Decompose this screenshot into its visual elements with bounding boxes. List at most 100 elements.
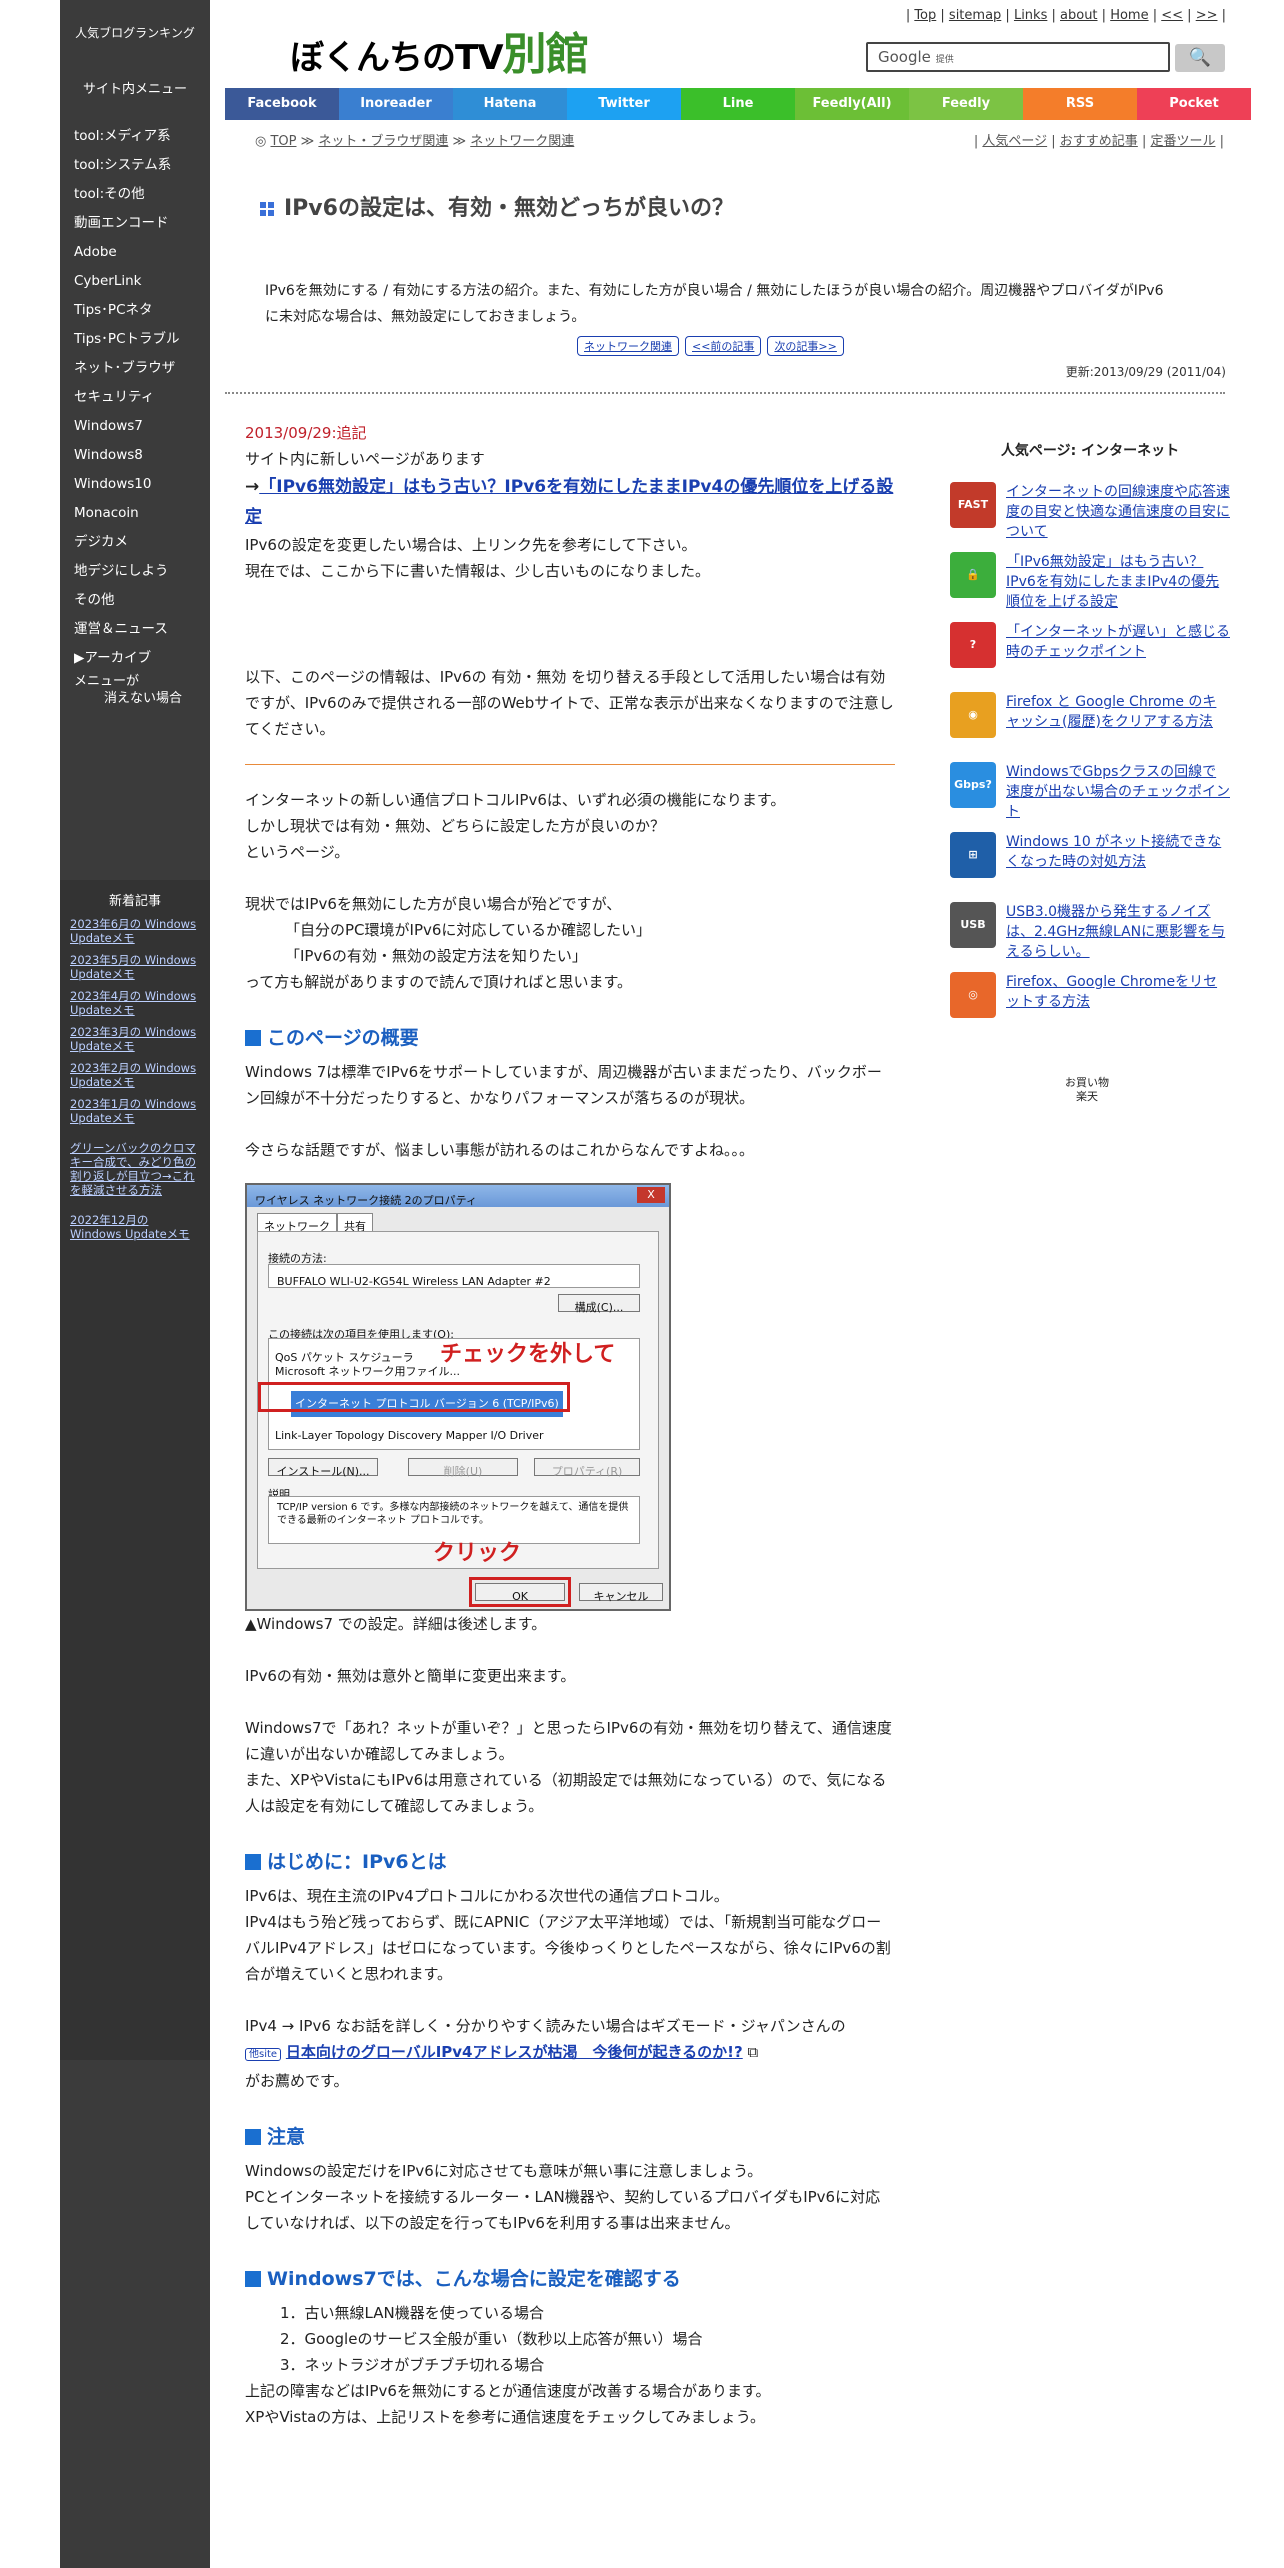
popular-link[interactable]: 「インターネットが遅い」と感じる時のチェックポイント: [1006, 622, 1230, 692]
news-link[interactable]: 2022年12月の Windows Updateメモ: [70, 1213, 200, 1241]
sidebar-item[interactable]: CyberLink: [74, 271, 180, 300]
crumb-network[interactable]: ネットワーク関連: [470, 134, 574, 149]
search-button[interactable]: 🔍: [1175, 44, 1225, 72]
paragraph: 「IPv6の有効・無効の設定方法を知りたい」: [285, 947, 587, 965]
popular-item: FAST インターネットの回線速度や応答速度の目安と快適な通信速度の目安について: [950, 482, 1230, 552]
paragraph: サイト内に新しいページがあります: [245, 450, 485, 468]
social-hatena[interactable]: Hatena: [453, 88, 567, 120]
paragraph: 以下、このページの情報は、IPv6の 有効・無効 を切り替える手段として活用した…: [245, 668, 894, 738]
question-icon: ?: [950, 622, 996, 668]
toplink-prev[interactable]: <<: [1161, 8, 1183, 23]
social-facebook[interactable]: Facebook: [225, 88, 339, 120]
popular-item: 🔒 「IPv6無効設定」はもう古い？IPv6を有効にしたままIPv4の優先順位を上…: [950, 552, 1230, 622]
ok-button: OK: [475, 1583, 565, 1603]
menu-gone-line2: 消えない場合: [104, 691, 183, 706]
paragraph: 「自分のPC環境がIPv6に対応しているか確認したい」: [285, 921, 651, 939]
sidebar-item[interactable]: 動画エンコード: [74, 213, 180, 242]
crumb-net[interactable]: ネット・ブラウザ関連: [318, 134, 448, 149]
rakuten-banner[interactable]: 楽天: [1065, 1090, 1109, 1104]
popular-link[interactable]: WindowsでGbpsクラスの回線で速度が出ない場合のチェックポイント: [1006, 762, 1230, 832]
external-link-line: 他site 日本向けのグローバルIPv4アドレスが枯渇 今後何が起きるのか!? …: [245, 2039, 895, 2068]
subnav-tools[interactable]: 定番ツール: [1150, 134, 1215, 149]
toplink-sitemap[interactable]: sitemap: [949, 8, 1001, 23]
sidebar-item[interactable]: Adobe: [74, 242, 180, 271]
menu-gone-link[interactable]: メニューが 消えない場合: [74, 673, 182, 707]
news-link[interactable]: 2023年1月の Windows Updateメモ: [70, 1097, 200, 1125]
news-link[interactable]: 2023年6月の Windows Updateメモ: [70, 917, 200, 945]
toplink-home[interactable]: Home: [1110, 8, 1148, 23]
sidebar-item[interactable]: 地デジにしよう: [74, 561, 180, 590]
menu-gone-line1: メニューが: [74, 674, 140, 689]
sidebar-item[interactable]: Windows8: [74, 445, 180, 474]
popular-title: 人気ページ: インターネット: [1000, 443, 1180, 459]
sidebar-item[interactable]: Monacoin: [74, 503, 180, 532]
popular-link[interactable]: インターネットの回線速度や応答速度の目安と快適な通信速度の目安について: [1006, 482, 1230, 552]
divider: [245, 764, 895, 765]
chrome-icon: ◉: [950, 692, 996, 738]
news-link[interactable]: 2023年5月の Windows Updateメモ: [70, 953, 200, 981]
popular-link[interactable]: 「IPv6無効設定」はもう古い？IPv6を有効にしたままIPv4の優先順位を上げ…: [1006, 552, 1230, 622]
news-link[interactable]: 2023年4月の Windows Updateメモ: [70, 989, 200, 1017]
paragraph: IPv6は、現在主流のIPv4プロトコルにかわる次世代の通信プロトコル。: [245, 1887, 729, 1905]
sidebar-item[interactable]: Tips･PCネタ: [74, 300, 180, 329]
prev-article-button[interactable]: <<前の記事: [685, 336, 762, 356]
news-link[interactable]: グリーンバックのクロマキー合成で、みどり色の割り返しが目立つ→これを軽減させる方…: [70, 1141, 200, 1197]
sidebar-item[interactable]: デジカメ: [74, 532, 180, 561]
social-pocket[interactable]: Pocket: [1137, 88, 1251, 120]
next-article-button[interactable]: 次の記事>>: [767, 336, 844, 356]
popular-pages: 人気ページ: インターネット FAST インターネットの回線速度や応答速度の目安と…: [950, 440, 1230, 1042]
sidebar-item[interactable]: tool:メディア系: [74, 126, 180, 155]
list-item: Link-Layer Topology Discovery Mapper I/O…: [275, 1429, 544, 1442]
popular-item: USB USB3.0機器から発生するノイズは、2.4GHz無線LANに悪影響を与え…: [950, 902, 1230, 972]
firefox-icon: ◎: [950, 972, 996, 1018]
popular-link[interactable]: Firefox と Google Chrome のキャッシュ(履歴)をクリアする…: [1006, 692, 1230, 762]
remove-button: 削除(U): [408, 1458, 518, 1478]
speed-icon: FAST: [950, 482, 996, 528]
sidebar-item[interactable]: セキュリティ: [74, 387, 180, 416]
social-bar: Facebook Inoreader Hatena Twitter Line F…: [225, 88, 1251, 120]
paragraph: また、XPやVistaにもIPv6は用意されている（初期設定では無効になっている…: [245, 1771, 887, 1815]
sidebar-item[interactable]: tool:その他: [74, 184, 180, 213]
sidebar-item[interactable]: Windows10: [74, 474, 180, 503]
toplink-top[interactable]: Top: [914, 8, 936, 23]
news-link[interactable]: 2023年3月の Windows Updateメモ: [70, 1025, 200, 1053]
divider: [225, 392, 1225, 394]
sidebar-item[interactable]: Tips･PCトラブル: [74, 329, 180, 358]
paragraph: IPv6の有効・無効は意外と簡単に変更出来ます。: [245, 1667, 576, 1685]
category-button[interactable]: ネットワーク関連: [577, 336, 679, 356]
toplink-about[interactable]: about: [1060, 8, 1098, 23]
social-rss[interactable]: RSS: [1023, 88, 1137, 120]
paragraph: Windows7で「あれ？ネットが重いぞ？」と思ったらIPv6の有効・無効を切り…: [245, 1719, 892, 1763]
dialog-panel: 接続の方法: BUFFALO WLI-U2-KG54L Wireless LAN…: [257, 1231, 659, 1569]
page-title: IPv6の設定は、有効・無効どっちが良いの？: [260, 190, 734, 222]
crumb-top[interactable]: TOP: [270, 134, 296, 149]
social-inoreader[interactable]: Inoreader: [339, 88, 453, 120]
site-logo[interactable]: ぼくんちのTV別館: [290, 18, 590, 82]
sidebar-menu: tool:メディア系 tool:システム系 tool:その他 動画エンコード A…: [74, 126, 180, 677]
toplink-links[interactable]: Links: [1014, 8, 1047, 23]
news-link[interactable]: 2023年2月の Windows Updateメモ: [70, 1061, 200, 1089]
toplink-next[interactable]: >>: [1196, 8, 1218, 23]
ipv6-priority-link[interactable]: 「IPv6無効設定」はもう古い？IPv6を有効にしたままIPv4の優先順位を上げ…: [245, 477, 893, 527]
popular-link[interactable]: Firefox、Google Chromeをリセットする方法: [1006, 972, 1230, 1042]
sidebar-item[interactable]: ネット･ブラウザ: [74, 358, 180, 387]
popular-link[interactable]: USB3.0機器から発生するノイズは、2.4GHz無線LANに悪影響を与えるらし…: [1006, 902, 1230, 972]
dialog-titlebar: ワイヤレス ネットワーク接続 2のプロパティ: [247, 1185, 669, 1207]
social-line[interactable]: Line: [681, 88, 795, 120]
search-input[interactable]: Google 提供: [866, 42, 1170, 72]
sidebar-item[interactable]: その他: [74, 590, 180, 619]
article-body: 2013/09/29:追記 サイト内に新しいページがあります →「IPv6無効設…: [245, 420, 895, 2430]
subnav-recommended[interactable]: おすすめ記事: [1060, 134, 1138, 149]
sidebar-item[interactable]: tool:システム系: [74, 155, 180, 184]
social-feedly-all[interactable]: Feedly(All): [795, 88, 909, 120]
popular-link[interactable]: Windows 10 がネット接続できなくなった時の対処方法: [1006, 832, 1230, 902]
ranking-link[interactable]: 人気ブログランキング: [60, 24, 210, 41]
sidebar-item[interactable]: 運営＆ニュース: [74, 619, 180, 648]
gizmodo-link[interactable]: 日本向けのグローバルIPv4アドレスが枯渇 今後何が起きるのか!?: [286, 2043, 743, 2061]
social-twitter[interactable]: Twitter: [567, 88, 681, 120]
sidebar-item[interactable]: Windows7: [74, 416, 180, 445]
subnav-popular[interactable]: 人気ページ: [982, 134, 1047, 149]
callout-click: クリック: [433, 1541, 522, 1566]
social-feedly[interactable]: Feedly: [909, 88, 1023, 120]
gbps-icon: Gbps?: [950, 762, 996, 808]
